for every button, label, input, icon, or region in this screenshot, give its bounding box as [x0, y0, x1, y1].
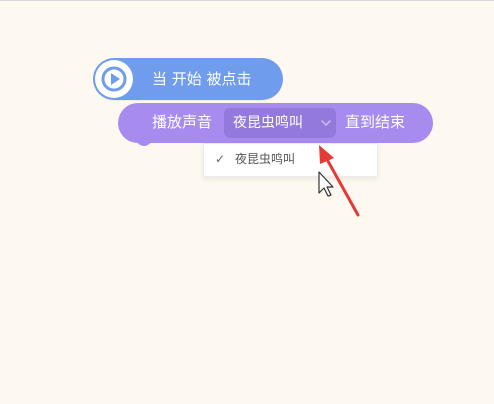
mouse-cursor-icon — [318, 171, 334, 197]
annotation-overlay — [318, 145, 360, 217]
